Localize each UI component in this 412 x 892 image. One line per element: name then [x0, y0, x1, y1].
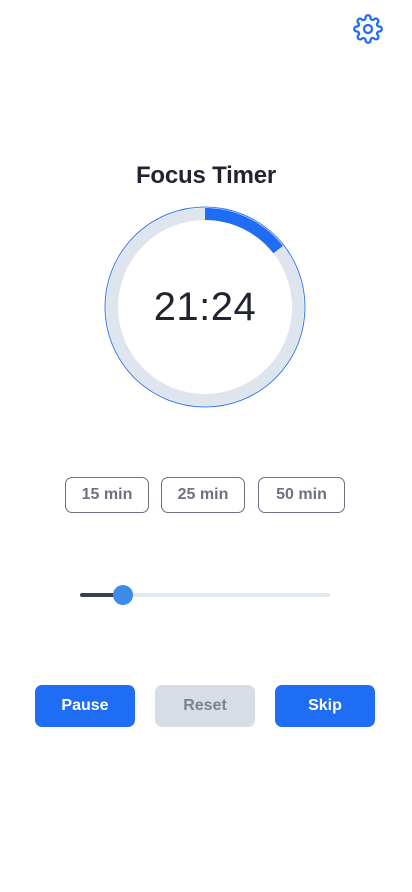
preset-25-button[interactable]: 25 min: [161, 477, 245, 513]
preset-group: 15 min 25 min 50 min: [65, 477, 347, 513]
timer-title: Focus Timer: [135, 162, 277, 189]
gear-icon: [353, 13, 383, 49]
settings-button[interactable]: [353, 13, 383, 49]
reset-button[interactable]: Reset: [155, 685, 255, 727]
duration-slider[interactable]: [80, 584, 330, 606]
skip-button[interactable]: Skip: [275, 685, 375, 727]
time-remaining: 21:24: [153, 284, 257, 329]
slider-thumb[interactable]: [112, 585, 133, 605]
preset-50-button[interactable]: 50 min: [258, 477, 345, 513]
preset-15-button[interactable]: 15 min: [65, 477, 149, 513]
pause-button[interactable]: Pause: [35, 685, 135, 727]
